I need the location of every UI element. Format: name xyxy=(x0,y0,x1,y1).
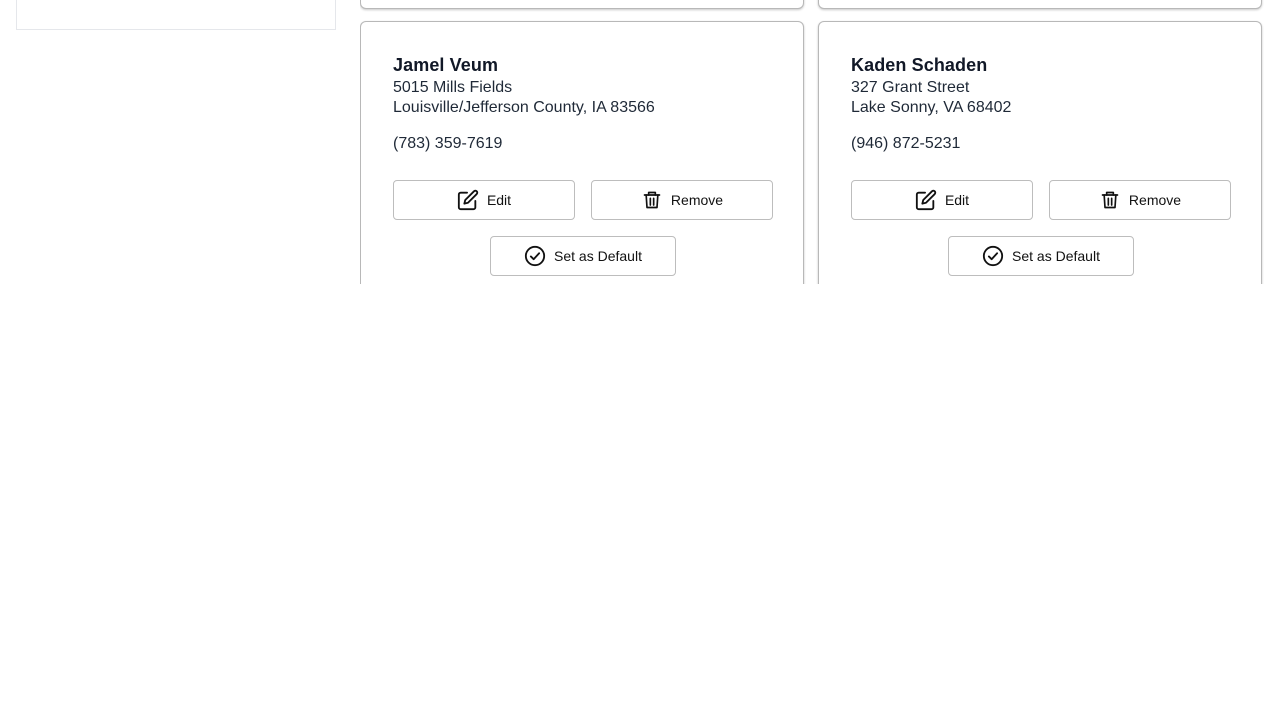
edit-label: Edit xyxy=(944,192,970,208)
set-default-button[interactable]: Set as Default xyxy=(948,236,1134,276)
edit-label: Edit xyxy=(486,192,512,208)
check-circle-icon xyxy=(982,245,1004,267)
address-name: Jamel Veum xyxy=(393,55,499,75)
address-card-previous xyxy=(818,0,1262,9)
remove-address-button[interactable]: Remove xyxy=(591,180,773,220)
check-circle-icon xyxy=(524,245,546,267)
address-line-2: Lake Sonny, VA 68402 xyxy=(851,99,1012,116)
account-sidebar xyxy=(16,0,336,30)
address-card-previous xyxy=(360,0,804,9)
set-default-label: Set as Default xyxy=(554,248,642,264)
address-card: Jamel Veum 5015 Mills Fields Louisville/… xyxy=(360,21,804,284)
address-name: Kaden Schaden xyxy=(851,55,988,75)
edit-address-button[interactable]: Edit xyxy=(393,180,575,220)
address-line-2: Louisville/Jefferson County, IA 83566 xyxy=(393,99,655,116)
remove-label: Remove xyxy=(1128,192,1182,208)
remove-address-button[interactable]: Remove xyxy=(1049,180,1231,220)
address-line-1: 5015 Mills Fields xyxy=(393,79,513,96)
remove-label: Remove xyxy=(670,192,724,208)
edit-icon xyxy=(457,189,479,211)
edit-address-button[interactable]: Edit xyxy=(851,180,1033,220)
set-default-label: Set as Default xyxy=(1012,248,1100,264)
trash-icon xyxy=(641,189,663,211)
address-card: Kaden Schaden 327 Grant Street Lake Sonn… xyxy=(818,21,1262,284)
trash-icon xyxy=(1099,189,1121,211)
address-book-page: Jamel Veum 5015 Mills Fields Louisville/… xyxy=(0,0,1280,720)
set-default-button[interactable]: Set as Default xyxy=(490,236,676,276)
address-phone: (783) 359-7619 xyxy=(393,135,503,152)
address-line-1: 327 Grant Street xyxy=(851,79,970,96)
address-phone: (946) 872-5231 xyxy=(851,135,961,152)
address-list: Jamel Veum 5015 Mills Fields Louisville/… xyxy=(360,0,1266,284)
edit-icon xyxy=(915,189,937,211)
